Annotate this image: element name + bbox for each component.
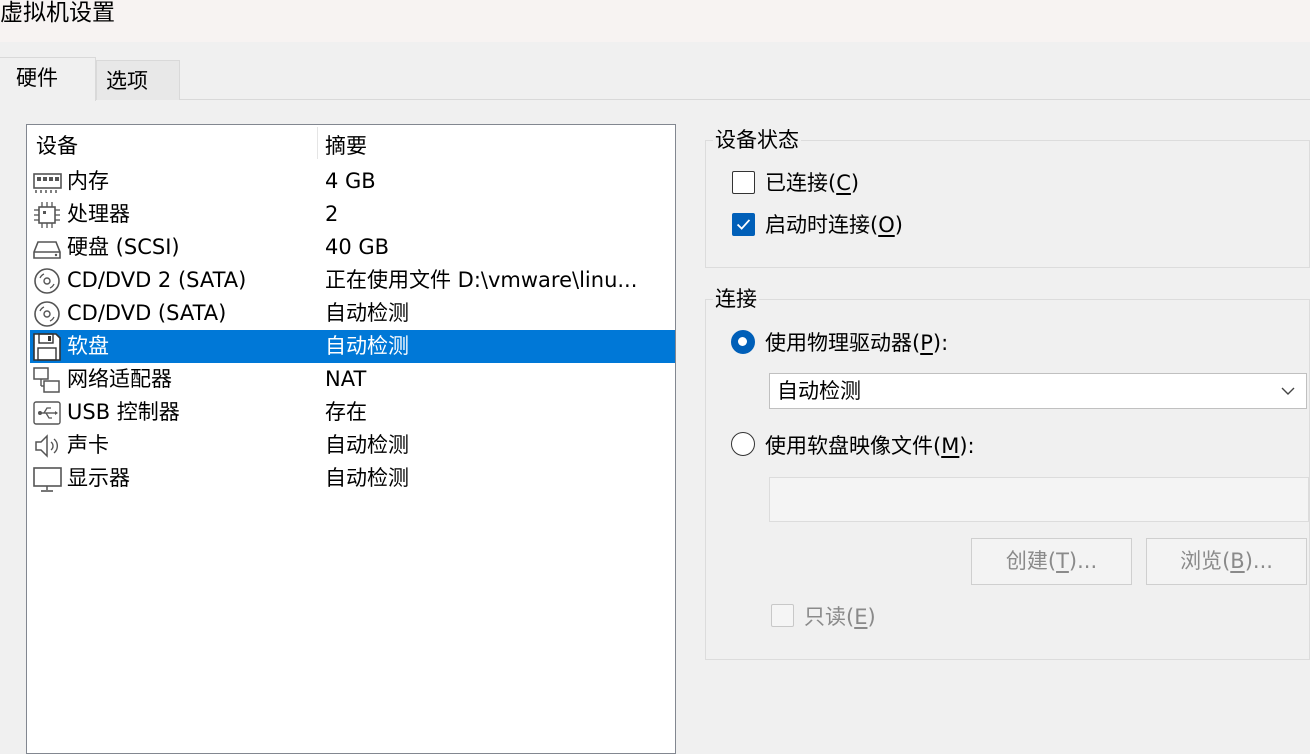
device-row-usb-controller[interactable]: USB 控制器 存在 bbox=[30, 396, 675, 429]
device-name: 处理器 bbox=[67, 202, 130, 226]
connect-at-power-on-checkbox[interactable] bbox=[732, 213, 755, 236]
hard-disk-icon bbox=[33, 241, 61, 259]
floppy-image-path-input[interactable] bbox=[769, 477, 1309, 522]
device-summary: 存在 bbox=[325, 400, 367, 424]
device-name: CD/DVD (SATA) bbox=[67, 301, 227, 325]
browse-button[interactable]: 浏览(B)... bbox=[1146, 538, 1307, 585]
device-row-cd-dvd-2[interactable]: CD/DVD 2 (SATA) 正在使用文件 D:\vmware\linu... bbox=[30, 264, 675, 297]
tab-strip-divider bbox=[0, 99, 1310, 100]
column-header-summary[interactable]: 摘要 bbox=[325, 132, 367, 160]
cd-dvd-icon bbox=[34, 268, 60, 294]
title-bar: 虚拟机设置 bbox=[0, 0, 1310, 42]
checkmark-icon bbox=[736, 219, 751, 230]
device-name: 声卡 bbox=[67, 433, 109, 457]
memory-icon bbox=[33, 173, 62, 193]
tab-hardware-label: 硬件 bbox=[16, 66, 58, 90]
read-only-checkbox[interactable] bbox=[771, 604, 794, 627]
device-status-label: 设备状态 bbox=[713, 126, 801, 154]
processor-icon bbox=[34, 202, 60, 228]
tab-options-label: 选项 bbox=[106, 69, 148, 93]
device-summary: 40 GB bbox=[325, 235, 390, 259]
device-name: 内存 bbox=[67, 169, 109, 193]
device-row-memory[interactable]: 内存 4 GB bbox=[30, 165, 675, 198]
device-row-sound-card[interactable]: 声卡 自动检测 bbox=[30, 429, 675, 462]
device-row-hard-disk[interactable]: 硬盘 (SCSI) 40 GB bbox=[30, 231, 675, 264]
use-physical-drive-label[interactable]: 使用物理驱动器(P): bbox=[765, 329, 948, 357]
device-summary: 2 bbox=[325, 202, 339, 226]
cd-dvd-icon bbox=[34, 301, 60, 327]
device-summary: 自动检测 bbox=[325, 334, 409, 358]
window-title: 虚拟机设置 bbox=[0, 0, 115, 26]
create-button[interactable]: 创建(T)... bbox=[971, 538, 1132, 585]
read-only-label[interactable]: 只读(E) bbox=[804, 603, 876, 631]
physical-drive-select[interactable]: 自动检测 bbox=[769, 373, 1307, 409]
device-name: CD/DVD 2 (SATA) bbox=[67, 268, 247, 292]
tab-options[interactable]: 选项 bbox=[96, 60, 180, 100]
use-floppy-image-label[interactable]: 使用软盘映像文件(M): bbox=[765, 432, 975, 460]
network-adapter-icon bbox=[33, 367, 60, 393]
device-summary: 自动检测 bbox=[325, 301, 409, 325]
device-status-group bbox=[705, 140, 1310, 268]
connected-label[interactable]: 已连接(C) bbox=[765, 169, 859, 197]
chevron-down-icon bbox=[1281, 387, 1295, 395]
device-row-processor[interactable]: 处理器 2 bbox=[30, 198, 675, 231]
device-row-floppy[interactable]: 软盘 自动检测 bbox=[30, 330, 675, 363]
connected-checkbox[interactable] bbox=[732, 171, 755, 194]
device-name: 硬盘 (SCSI) bbox=[67, 235, 180, 259]
physical-drive-value: 自动检测 bbox=[777, 379, 861, 403]
device-name: 网络适配器 bbox=[67, 367, 172, 391]
monitor-icon bbox=[33, 467, 62, 492]
use-physical-drive-radio[interactable] bbox=[731, 330, 755, 354]
device-name: 显示器 bbox=[67, 466, 130, 490]
column-separator[interactable] bbox=[317, 127, 318, 159]
device-summary: 4 GB bbox=[325, 169, 376, 193]
device-summary: 自动检测 bbox=[325, 433, 409, 457]
connect-at-power-on-label[interactable]: 启动时连接(O) bbox=[765, 211, 903, 239]
device-list[interactable]: 设备 摘要 内存 4 GB 处理器 2 硬盘 (SCSI) 40 GB CD/D… bbox=[26, 124, 676, 754]
device-row-cd-dvd[interactable]: CD/DVD (SATA) 自动检测 bbox=[30, 297, 675, 330]
device-row-display[interactable]: 显示器 自动检测 bbox=[30, 462, 675, 495]
device-summary: 自动检测 bbox=[325, 466, 409, 490]
usb-icon bbox=[33, 401, 61, 425]
floppy-icon bbox=[33, 333, 61, 361]
device-name: USB 控制器 bbox=[67, 400, 180, 424]
tab-hardware[interactable]: 硬件 bbox=[0, 57, 96, 101]
column-header-device[interactable]: 设备 bbox=[36, 132, 78, 160]
use-floppy-image-radio[interactable] bbox=[731, 432, 755, 456]
device-summary: 正在使用文件 D:\vmware\linu... bbox=[325, 268, 638, 292]
device-name: 软盘 bbox=[67, 334, 109, 358]
device-summary: NAT bbox=[325, 367, 367, 391]
speaker-icon bbox=[35, 434, 58, 458]
device-row-network-adapter[interactable]: 网络适配器 NAT bbox=[30, 363, 675, 396]
connection-label: 连接 bbox=[713, 285, 759, 313]
